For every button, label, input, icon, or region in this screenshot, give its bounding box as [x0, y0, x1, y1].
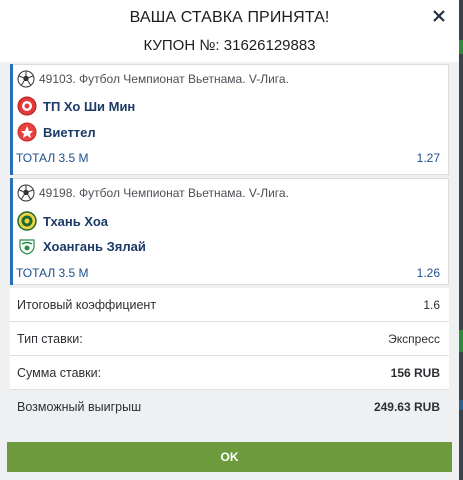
bet-type-row: Тип ставки: Экспресс — [10, 322, 449, 356]
total-coefficient-row: Итоговый коэффициент 1.6 — [10, 288, 449, 322]
modal-header: ВАША СТАВКА ПРИНЯТА! КУПОН №: 3162612988… — [0, 0, 459, 62]
bet-card: 49103. Футбол Чемпионат Вьетнама. V-Лига… — [10, 64, 449, 175]
soccer-ball-icon — [17, 184, 35, 202]
possible-win-row: Возможный выигрыш 249.63 RUB — [10, 390, 449, 423]
team-logo-icon — [19, 239, 35, 255]
event-title: 49198. Футбол Чемпионат Вьетнама. V-Лига… — [39, 186, 289, 200]
market-label: ТОТАЛ 3.5 М — [16, 266, 89, 280]
bet-summary: Итоговый коэффициент 1.6 Тип ставки: Экс… — [10, 288, 449, 423]
soccer-ball-icon — [17, 70, 35, 88]
team-name: Виеттел — [43, 124, 96, 140]
total-coefficient-value: 1.6 — [423, 298, 440, 312]
modal-title: ВАША СТАВКА ПРИНЯТА! — [129, 9, 330, 26]
team-logo-icon — [17, 211, 37, 231]
team-name: Тхань Хоа — [43, 213, 109, 229]
bet-amount-row: Сумма ставки: 156 RUB — [10, 356, 449, 390]
team-row: ТП Хо Ши Мин — [17, 95, 135, 117]
card-accent — [10, 178, 13, 285]
team-name: Хоангань Зялай — [43, 238, 146, 254]
team-row: Тхань Хоа — [17, 210, 108, 232]
event-row: 49103. Футбол Чемпионат Вьетнама. V-Лига… — [17, 68, 289, 90]
team-name: ТП Хо Ши Мин — [43, 98, 136, 114]
event-row: 49198. Футбол Чемпионат Вьетнама. V-Лига… — [17, 182, 289, 204]
total-coefficient-label: Итоговый коэффициент — [17, 298, 157, 312]
bet-confirmation-modal: ВАША СТАВКА ПРИНЯТА! КУПОН №: 3162612988… — [0, 0, 459, 480]
team-row: Хоангань Зялай — [17, 235, 146, 257]
possible-win-value: 249.63 RUB — [373, 400, 440, 414]
coupon-number: КУПОН №: 31626129883 — [143, 37, 316, 54]
close-icon[interactable] — [431, 8, 447, 24]
team-row: Виеттел — [17, 121, 96, 143]
event-title: 49103. Футбол Чемпионат Вьетнама. V-Лига… — [39, 72, 289, 86]
possible-win-label: Возможный выигрыш — [17, 400, 142, 414]
bet-amount-value: 156 RUB — [390, 366, 440, 380]
bet-type-label: Тип ставки: — [17, 332, 83, 346]
market-label: ТОТАЛ 3.5 М — [16, 151, 89, 165]
ok-button[interactable]: OK — [7, 442, 452, 472]
team-logo-icon — [17, 96, 37, 116]
odd-value: 1.26 — [416, 266, 440, 280]
bet-type-value: Экспресс — [388, 332, 440, 346]
bet-card: 49198. Футбол Чемпионат Вьетнама. V-Лига… — [10, 178, 449, 285]
background-strip — [459, 0, 463, 480]
bet-amount-label: Сумма ставки: — [17, 366, 102, 380]
odd-value: 1.27 — [416, 151, 440, 165]
card-accent — [10, 64, 13, 175]
team-logo-icon — [17, 122, 37, 142]
